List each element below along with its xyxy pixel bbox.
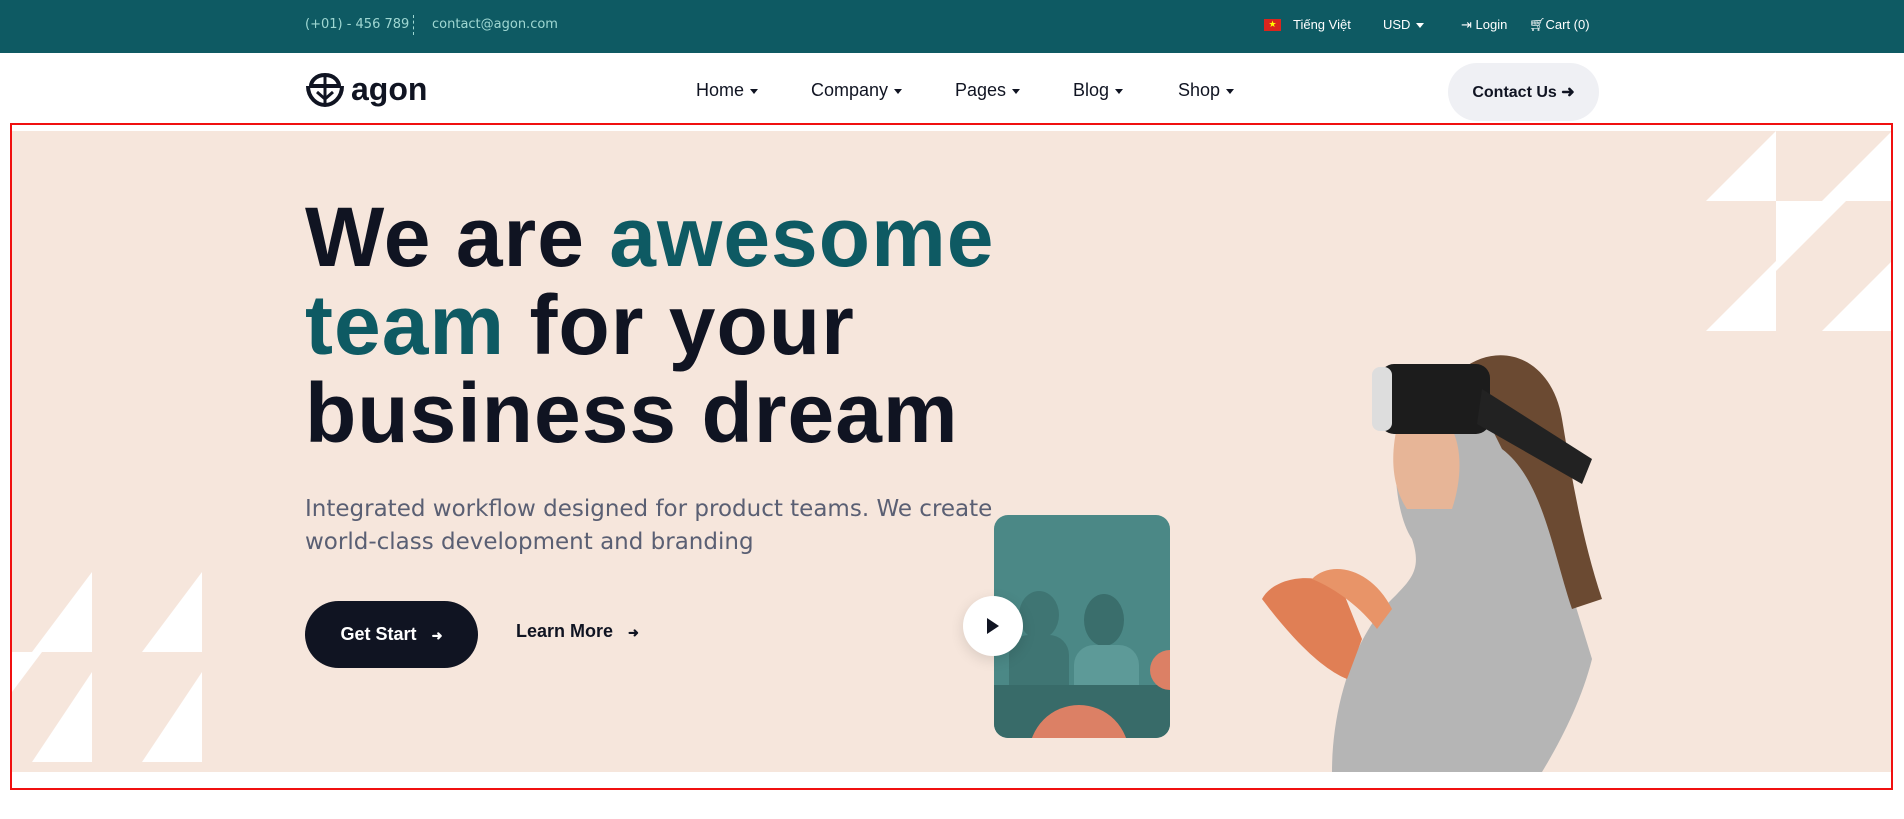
cart-label: Cart (0) [1545, 17, 1590, 32]
email-link[interactable]: contact@agon.com [432, 17, 558, 32]
caret-down-icon [1416, 23, 1425, 29]
currency-label: USD [1383, 17, 1411, 32]
logo-text: agon [351, 71, 428, 107]
main-nav: agon Home Company Pages Blog Shop Contac… [0, 53, 1904, 123]
contact-us-button[interactable]: Contact Us ➜ [1448, 63, 1599, 121]
language-selector[interactable]: Tiếng Việt [1293, 17, 1351, 32]
caret-down-icon [894, 88, 903, 94]
nav-label: Shop [1178, 80, 1221, 100]
caret-down-icon [1012, 88, 1021, 94]
divider [413, 15, 414, 35]
currency-selector[interactable]: USD [1383, 17, 1425, 32]
cart-icon: 🛒︎ [1529, 17, 1546, 32]
nav-label: Home [696, 80, 745, 100]
login-link[interactable]: ⇥ Login [1461, 17, 1507, 33]
nav-label: Blog [1073, 80, 1110, 100]
caret-down-icon [1226, 88, 1235, 94]
selection-highlight [10, 123, 1893, 790]
vietnam-flag-icon: ★ [1264, 19, 1281, 31]
caret-down-icon [1115, 88, 1124, 94]
nav-shop[interactable]: Shop [1178, 80, 1235, 101]
nav-blog[interactable]: Blog [1073, 80, 1124, 101]
top-bar: (+01) - 456 789 contact@agon.com ★ Tiếng… [0, 0, 1904, 53]
nav-label: Company [811, 80, 889, 100]
caret-down-icon [750, 88, 759, 94]
cart-link[interactable]: 🛒︎Cart (0) [1529, 17, 1590, 33]
logo[interactable]: agon [305, 71, 427, 108]
login-icon: ⇥ [1461, 17, 1472, 32]
nav-company[interactable]: Company [811, 80, 903, 101]
login-label: Login [1475, 17, 1508, 32]
nav-home[interactable]: Home [696, 80, 759, 101]
leaf-logo-icon [306, 72, 344, 107]
nav-pages[interactable]: Pages [955, 80, 1021, 101]
phone-number[interactable]: (+01) - 456 789 [305, 17, 409, 32]
nav-label: Pages [955, 80, 1007, 100]
